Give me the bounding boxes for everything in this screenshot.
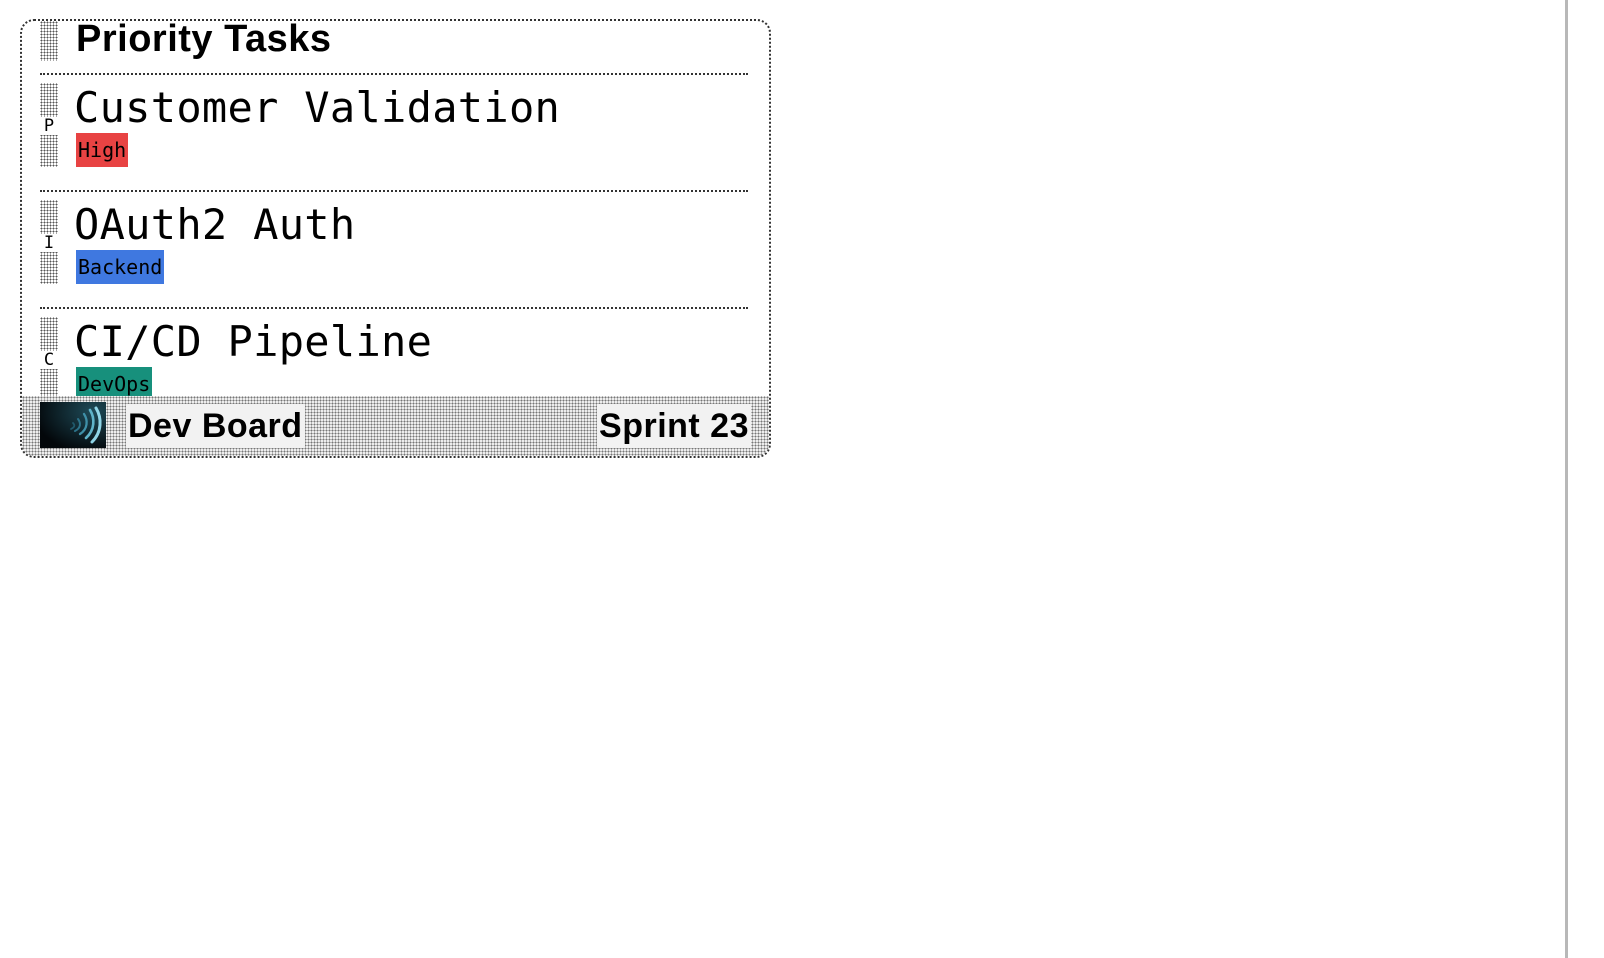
sprint-label: Sprint 23 [597, 404, 751, 448]
board-brand-name: Dev Board [126, 404, 305, 448]
task-title: Customer Validation [74, 83, 561, 132]
task-title: OAuth2 Auth [74, 200, 356, 249]
task-item-customer-validation[interactable]: P Customer Validation High [40, 75, 748, 192]
task-initial: I [40, 234, 58, 252]
task-tag-high: High [76, 133, 129, 167]
task-board-card: Priority Tasks P Customer Validation Hig… [20, 19, 771, 458]
board-header: Priority Tasks [40, 21, 748, 75]
task-title: CI/CD Pipeline [74, 317, 433, 366]
header-accent-stripe [40, 21, 58, 61]
task-initial: C [40, 351, 58, 369]
task-item-oauth2-auth[interactable]: I OAuth2 Auth Backend [40, 192, 748, 309]
spiral-logo-icon [40, 402, 106, 448]
board-footer: Dev Board Sprint 23 [22, 396, 769, 456]
task-tag-backend: Backend [76, 250, 165, 284]
task-initial: P [40, 117, 58, 135]
page-scrollbar[interactable] [1565, 0, 1568, 958]
board-title: Priority Tasks [76, 19, 332, 60]
